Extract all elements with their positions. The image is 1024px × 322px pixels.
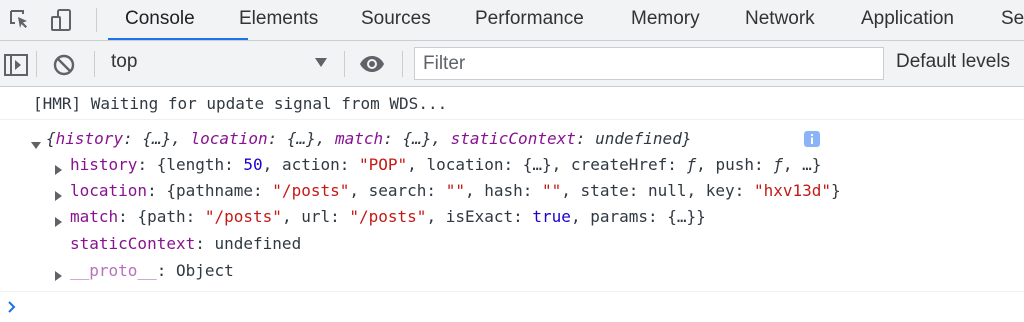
summary-key: location [190, 129, 268, 148]
string-value: "" [542, 181, 562, 200]
property-row-history[interactable]: history: {length: 50, action: "POP", loc… [70, 152, 821, 178]
number-value: 50 [243, 155, 263, 174]
string-value: "hxv13d" [753, 181, 831, 200]
property-row-proto[interactable]: __proto__: Object [70, 258, 234, 284]
summary-value: : {…}, [383, 129, 451, 148]
filter-input[interactable] [414, 47, 884, 80]
log-levels-dropdown[interactable]: Default levels [896, 51, 1010, 73]
console-message-object: {history: {…}, location: {…}, match: {…}… [0, 120, 1024, 292]
summary-key: match [335, 129, 384, 148]
function-value: ƒ [686, 155, 697, 174]
device-toolbar-icon[interactable] [48, 6, 76, 34]
info-icon[interactable] [803, 130, 821, 148]
summary-value: : {…}, [267, 129, 336, 148]
expanded-triangle-icon[interactable] [31, 135, 41, 149]
brace: { [46, 129, 56, 148]
summary-key: staticContext [450, 129, 576, 148]
object-summary[interactable]: {history: {…}, location: {…}, match: {…}… [46, 126, 691, 152]
tab-memory[interactable]: Memory [631, 0, 700, 40]
string-value: "/posts" [204, 207, 282, 226]
value-text: : Object [156, 261, 234, 280]
value-text: , push: [696, 155, 774, 174]
summary-key: history [55, 129, 124, 148]
brace: } [681, 129, 692, 148]
tab-elements[interactable]: Elements [239, 0, 318, 40]
value-text: , state: null, key: [561, 181, 754, 200]
value-text: , …} [782, 155, 822, 174]
string-value: "" [445, 181, 465, 200]
tab-performance[interactable]: Performance [475, 0, 584, 40]
value-text: : {path: [118, 207, 205, 226]
property-row-location[interactable]: location: {pathname: "/posts", search: "… [70, 178, 841, 204]
property-key: __proto__ [70, 261, 157, 280]
value-text: , action: [262, 155, 359, 174]
value-text: , location: {…}, createHref: [407, 155, 687, 174]
toolbar-divider [402, 51, 403, 77]
property-row-static-context: staticContext: undefined [70, 231, 301, 257]
summary-value: : undefined [575, 129, 682, 148]
string-value: "/posts" [272, 181, 350, 200]
tab-network[interactable]: Network [745, 0, 815, 40]
collapsed-triangle-icon[interactable] [53, 186, 63, 201]
toolbar-divider [36, 51, 37, 77]
log-line-text: [HMR] Waiting for update signal from WDS… [33, 94, 448, 113]
value-text: : {length: [137, 155, 244, 174]
string-value: "POP" [359, 155, 408, 174]
console-message: [HMR] Waiting for update signal from WDS… [0, 88, 1024, 120]
collapsed-triangle-icon[interactable] [53, 266, 63, 281]
value-text: , isExact: [426, 207, 533, 226]
console-messages: [HMR] Waiting for update signal from WDS… [0, 88, 1024, 322]
tab-bar-divider [96, 8, 97, 32]
collapsed-triangle-icon[interactable] [53, 160, 63, 175]
toolbar-divider [94, 51, 95, 77]
chevron-down-icon [314, 55, 328, 69]
tab-console[interactable]: Console [125, 0, 195, 40]
value-text: , hash: [464, 181, 543, 200]
property-row-match[interactable]: match: {path: "/posts", url: "/posts", i… [70, 204, 706, 230]
tab-application[interactable]: Application [861, 0, 954, 40]
collapsed-triangle-icon[interactable] [53, 212, 63, 227]
value-text: : undefined [195, 234, 302, 253]
context-selector[interactable]: top [108, 49, 336, 79]
value-text: : {pathname: [147, 181, 273, 200]
property-key: location [70, 181, 148, 200]
property-key: match [70, 207, 119, 226]
string-value: "/posts" [349, 207, 427, 226]
summary-value: : {…}, [123, 129, 191, 148]
clear-console-icon[interactable] [50, 51, 78, 79]
tab-security-truncated[interactable]: Se [1001, 0, 1024, 40]
show-sidebar-icon[interactable] [2, 51, 30, 79]
value-text: , url: [281, 207, 350, 226]
devtools-tab-bar: Console Elements Sources Performance Mem… [0, 0, 1024, 41]
function-value: ƒ [773, 155, 783, 174]
active-tab-indicator [108, 38, 248, 40]
inspect-element-icon[interactable] [6, 6, 34, 34]
log-text: [HMR] Waiting for update signal from WDS… [33, 91, 447, 117]
property-key: staticContext [70, 234, 196, 253]
console-toolbar: top Default levels [0, 41, 1024, 87]
boolean-value: true [532, 207, 571, 226]
toolbar-divider [344, 51, 345, 77]
property-key: history [70, 155, 138, 174]
live-expression-eye-icon[interactable] [358, 50, 386, 78]
tab-sources[interactable]: Sources [361, 0, 431, 40]
console-prompt-chevron-icon[interactable] [6, 298, 18, 313]
value-text: , search: [349, 181, 446, 200]
context-value: top [111, 51, 138, 72]
value-text: } [831, 181, 841, 200]
value-text: , params: {…}} [570, 207, 706, 226]
